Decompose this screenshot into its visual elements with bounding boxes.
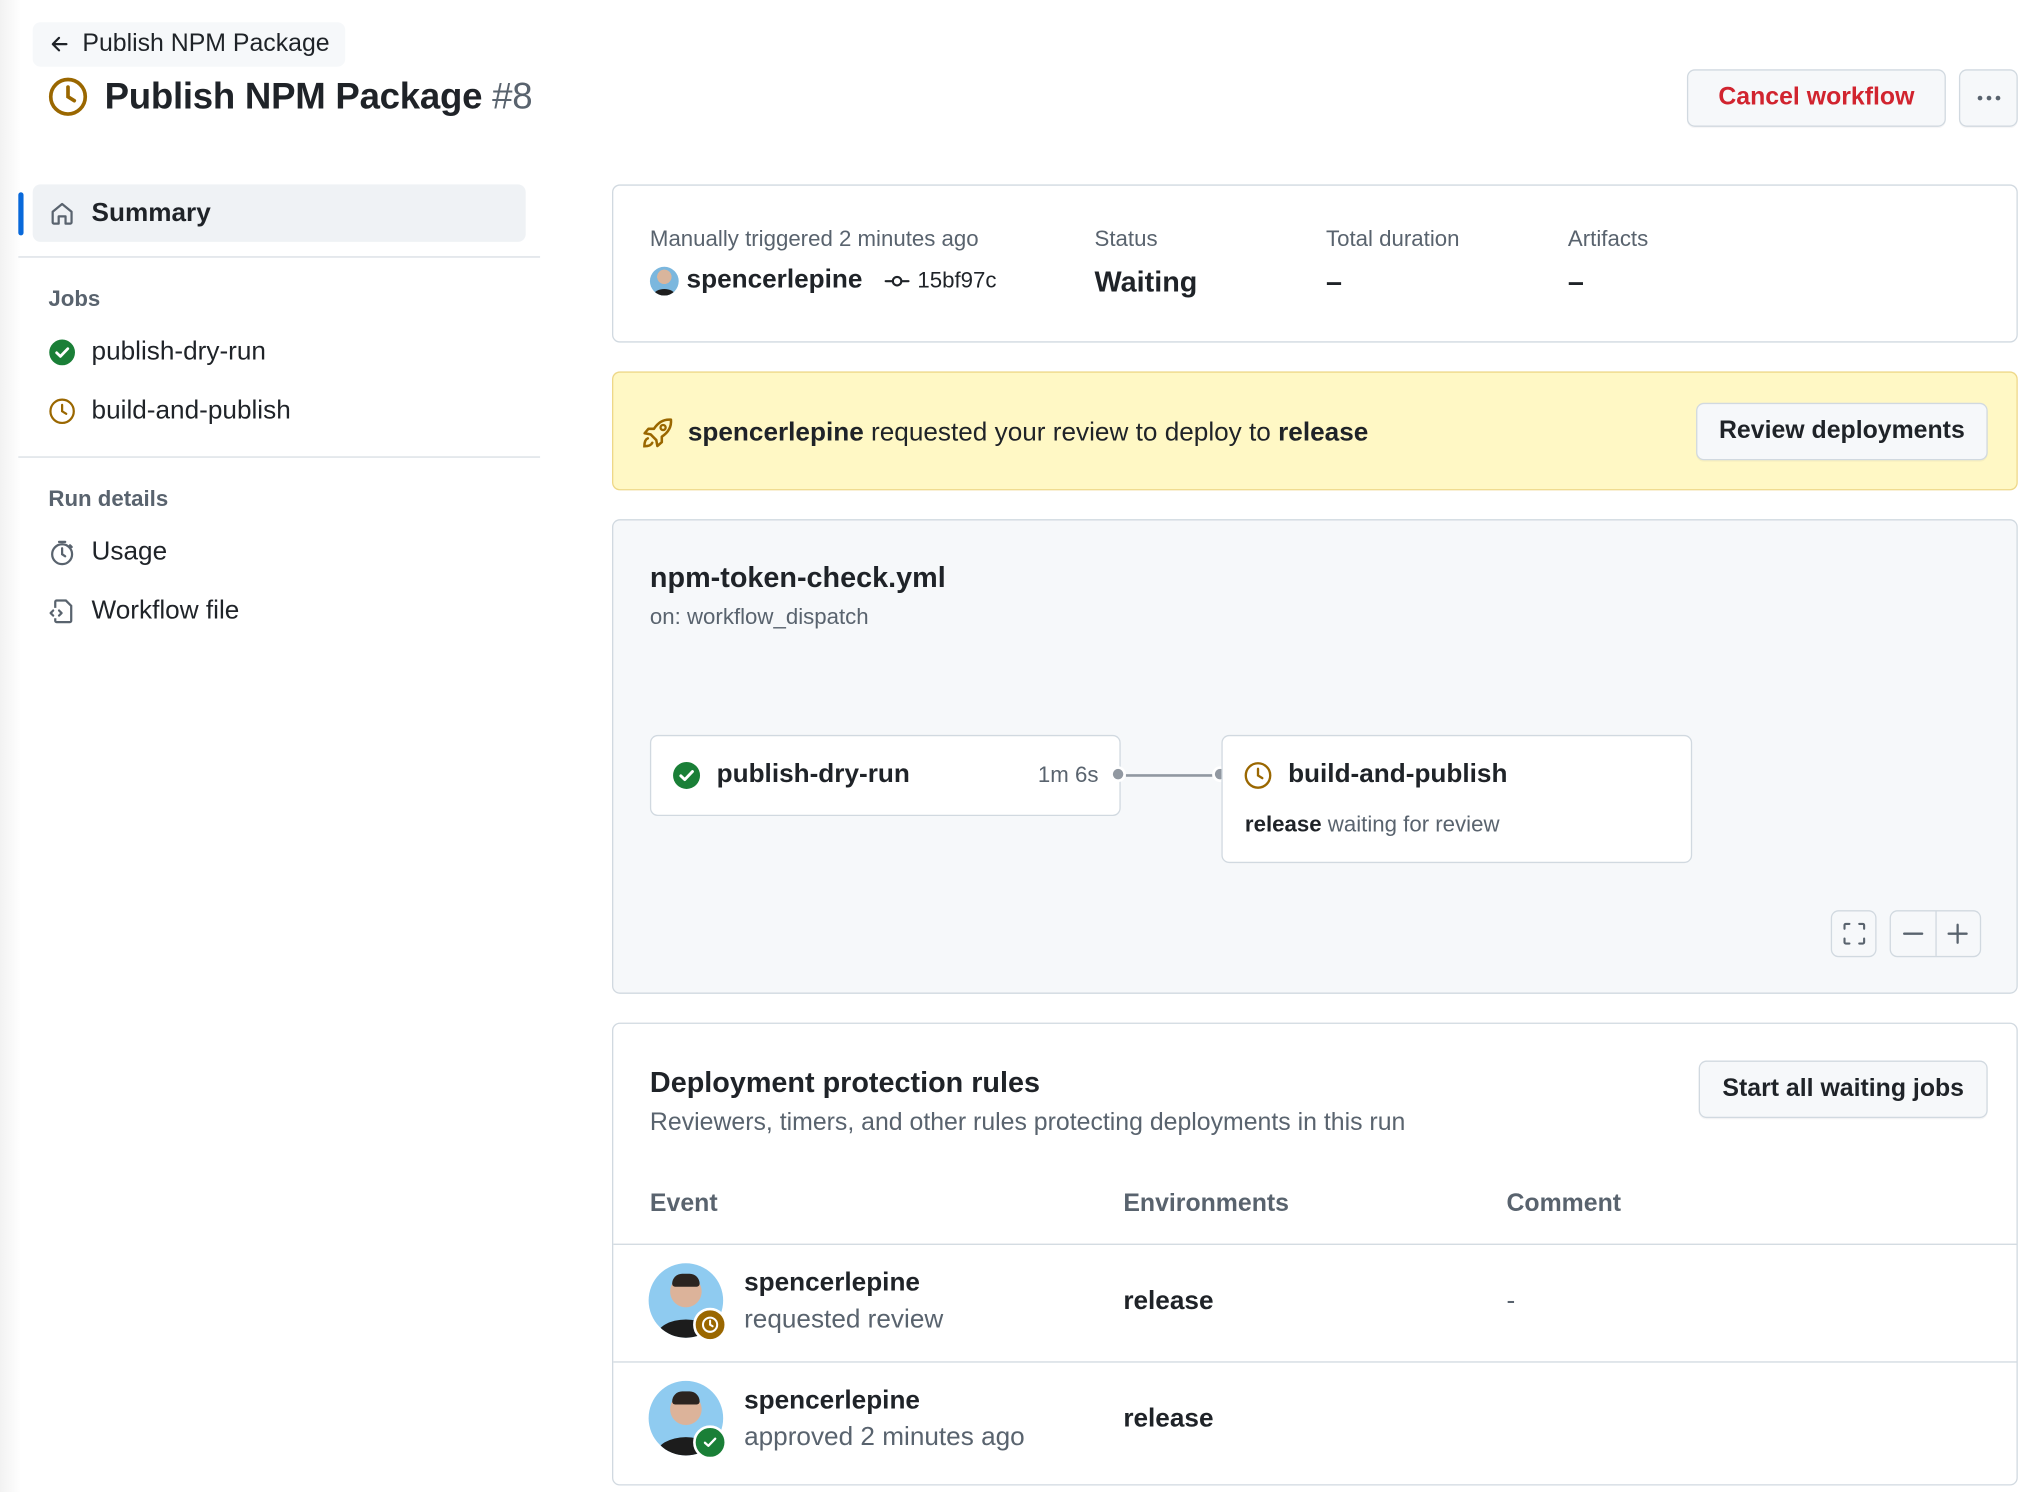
rules-title: Deployment protection rules: [649, 1065, 1040, 1099]
dash-icon: [1902, 932, 1923, 935]
artifacts-column: Artifacts –: [1568, 226, 1648, 299]
job-node-publish-dry-run[interactable]: publish-dry-run 1m 6s: [649, 734, 1121, 817]
artifacts-label: Artifacts: [1567, 226, 1649, 252]
review-request-banner: spencerlepine requested your review to d…: [612, 371, 2018, 491]
approved-badge: [693, 1425, 728, 1460]
column-header-comment: Comment: [1506, 1190, 1622, 1218]
event-comment: -: [1506, 1286, 1516, 1316]
event-user[interactable]: spencerlepine: [744, 1386, 920, 1416]
sidebar: Summary Jobs publish-dry-run build-and-p…: [18, 184, 541, 640]
git-commit-icon: [883, 275, 909, 286]
job-node-build-and-publish[interactable]: build-and-publish release waiting for re…: [1221, 734, 1693, 864]
job-name: build-and-publish: [1288, 759, 1508, 789]
workflow-file-name: npm-token-check.yml: [649, 561, 946, 594]
sidebar-item-summary[interactable]: Summary: [18, 184, 526, 242]
rocket-icon: [643, 418, 673, 448]
actor-link[interactable]: spencerlepine: [687, 265, 863, 295]
banner-message: spencerlepine requested your review to d…: [688, 418, 1368, 448]
trigger-column: Manually triggered 2 minutes ago spencer…: [649, 226, 996, 295]
page-title: Publish NPM Package #8: [104, 75, 533, 117]
job-status-note: release waiting for review: [1245, 812, 1500, 838]
job-note: waiting for review: [1327, 812, 1500, 837]
artifacts-value: –: [1567, 265, 1584, 299]
job-duration: 1m 6s: [1037, 762, 1099, 788]
more-options-button[interactable]: [1958, 69, 2018, 127]
start-all-waiting-jobs-button[interactable]: Start all waiting jobs: [1698, 1060, 1988, 1119]
kebab-horizontal-icon: [1977, 95, 2000, 101]
event-environment: release: [1123, 1286, 1214, 1316]
clock-icon: [49, 398, 75, 425]
column-header-environments: Environments: [1123, 1190, 1290, 1218]
screen-full-icon: [1842, 922, 1865, 945]
event-user[interactable]: spencerlepine: [744, 1268, 920, 1298]
run-summary-card: Manually triggered 2 minutes ago spencer…: [612, 184, 2018, 343]
review-deployments-button[interactable]: Review deployments: [1696, 402, 1988, 461]
duration-label: Total duration: [1326, 226, 1460, 252]
avatar: [649, 266, 679, 295]
run-number: #8: [492, 75, 533, 117]
rules-subtitle: Reviewers, timers, and other rules prote…: [649, 1108, 1406, 1137]
sidebar-item-label: build-and-publish: [91, 396, 291, 426]
commit-link[interactable]: 15bf97c: [883, 267, 996, 293]
plus-icon: [1947, 923, 1969, 944]
banner-text: requested your review to deploy to: [871, 417, 1271, 447]
zoom-out-button[interactable]: [1891, 911, 1935, 955]
back-link-label: Publish NPM Package: [82, 30, 330, 58]
duration-value: –: [1326, 265, 1343, 299]
status-label: Status: [1094, 226, 1158, 252]
sidebar-item-label: publish-dry-run: [91, 337, 266, 367]
cancel-workflow-button[interactable]: Cancel workflow: [1686, 69, 1946, 127]
column-header-event: Event: [649, 1190, 718, 1218]
duration-column: Total duration –: [1326, 226, 1459, 299]
workflow-graph: npm-token-check.yml on: workflow_dispatc…: [612, 519, 2018, 994]
run-title-row: Publish NPM Package #8: [47, 75, 533, 118]
status-value: Waiting: [1094, 265, 1198, 299]
event-action: requested review: [744, 1305, 944, 1334]
stopwatch-icon: [51, 540, 74, 566]
connector-dot: [1110, 766, 1126, 783]
check-icon: [703, 1437, 717, 1447]
clock-icon: [47, 76, 89, 118]
event-environment: release: [1123, 1404, 1214, 1434]
sidebar-item-label: Workflow file: [91, 596, 240, 626]
job-name: publish-dry-run: [716, 759, 910, 789]
table-row: spencerlepine approved 2 minutes ago rel…: [613, 1361, 2016, 1479]
run-details-heading: Run details: [48, 486, 169, 512]
deployment-protection-rules: Deployment protection rules Reviewers, t…: [612, 1022, 2018, 1486]
sidebar-item-label: Usage: [91, 537, 168, 567]
sidebar-item-usage[interactable]: Usage: [48, 523, 541, 582]
zoom-controls: [1889, 910, 1982, 958]
sidebar-item-build-and-publish[interactable]: build-and-publish: [48, 382, 541, 441]
check-circle-fill-icon: [673, 761, 701, 789]
commit-sha: 15bf97c: [917, 267, 997, 293]
active-indicator: [18, 192, 24, 236]
home-icon: [51, 202, 73, 225]
connector-line: [1125, 774, 1213, 777]
zoom-in-button[interactable]: [1934, 911, 1980, 956]
event-action: approved 2 minutes ago: [744, 1422, 1025, 1452]
sidebar-item-workflow-file[interactable]: Workflow file: [48, 582, 541, 641]
banner-environment: release: [1278, 417, 1369, 447]
check-circle-fill-icon: [49, 339, 75, 366]
waiting-badge: [693, 1307, 728, 1342]
back-link[interactable]: Publish NPM Package: [32, 22, 346, 67]
fullscreen-button[interactable]: [1830, 910, 1877, 958]
file-code-icon: [49, 599, 73, 624]
clock-icon: [1244, 761, 1272, 789]
sidebar-item-label: Summary: [91, 198, 211, 227]
workflow-trigger: on: workflow_dispatch: [649, 604, 869, 630]
sidebar-divider: [18, 256, 541, 258]
arrow-left-icon: [51, 36, 68, 52]
table-row: spencerlepine requested review release -: [613, 1244, 2016, 1362]
jobs-heading: Jobs: [48, 286, 101, 312]
trigger-label: Manually triggered 2 minutes ago: [649, 226, 979, 252]
job-environment: release: [1244, 812, 1322, 837]
banner-actor[interactable]: spencerlepine: [688, 418, 864, 447]
clock-icon: [701, 1316, 719, 1333]
sidebar-item-publish-dry-run[interactable]: publish-dry-run: [48, 323, 541, 382]
status-column: Status Waiting: [1095, 226, 1198, 299]
sidebar-divider: [18, 456, 541, 458]
